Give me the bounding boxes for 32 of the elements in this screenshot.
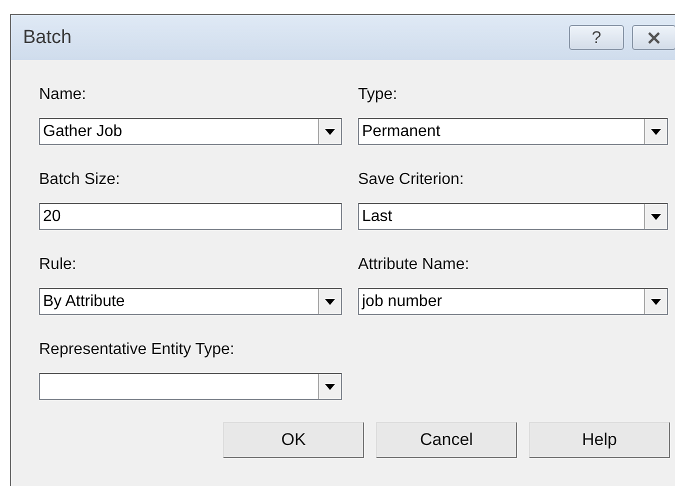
field-value: job number xyxy=(360,292,444,312)
dropdown-field[interactable]: Permanent xyxy=(358,118,668,145)
input-field[interactable]: 20 xyxy=(39,203,342,230)
field-value: By Attribute xyxy=(42,292,126,312)
dropdown-arrow-icon xyxy=(325,128,335,134)
dropdown-arrow-icon xyxy=(651,128,661,134)
dropdown-field[interactable] xyxy=(39,373,342,400)
close-button[interactable] xyxy=(632,25,675,50)
dialog-button[interactable]: OK xyxy=(223,422,364,458)
field-label: Batch Size: xyxy=(39,170,121,190)
field-label: Name: xyxy=(39,85,88,105)
dropdown-arrow-icon xyxy=(651,214,661,220)
dropdown-arrow-icon xyxy=(325,298,335,304)
dropdown-arrow-icon xyxy=(651,298,661,304)
field-label: Attribute Name: xyxy=(358,255,470,275)
field-value: Gather Job xyxy=(42,122,124,142)
dialog-button[interactable]: Cancel xyxy=(376,422,517,458)
close-icon xyxy=(647,32,661,44)
dropdown-field[interactable]: job number xyxy=(358,288,668,315)
field-label: Save Criterion: xyxy=(358,170,465,190)
dropdown-field[interactable]: By Attribute xyxy=(39,288,342,315)
field-value: Last xyxy=(361,207,394,227)
field-label: Representative Entity Type: xyxy=(39,340,236,360)
field-label: Rule: xyxy=(39,255,78,275)
dropdown-field[interactable]: Gather Job xyxy=(39,118,342,145)
dropdown-arrow-icon xyxy=(325,384,335,390)
field-label: Type: xyxy=(358,85,398,105)
help-button[interactable]: ? xyxy=(569,25,624,50)
dropdown-field[interactable]: Last xyxy=(358,203,668,230)
field-value: Permanent xyxy=(361,122,442,142)
window-title: Batch xyxy=(23,26,73,48)
dialog-button[interactable]: Help xyxy=(529,422,670,458)
